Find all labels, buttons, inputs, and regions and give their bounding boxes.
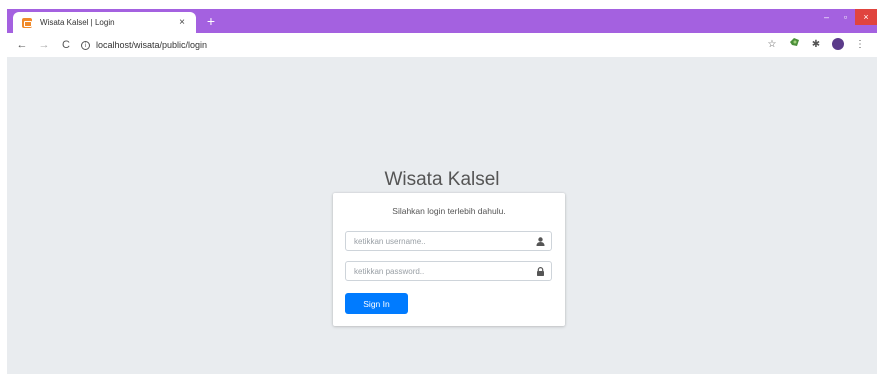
user-icon [529,232,551,250]
lock-icon [529,262,551,280]
login-card: Silahkan login terlebih dahulu. Sign In [333,193,565,326]
username-input[interactable] [346,232,529,250]
address-toolbar: ← → C i localhost/wisata/public/login ☆ … [7,33,877,57]
extension-icon[interactable] [785,36,803,54]
sign-in-button[interactable]: Sign In [345,293,408,314]
tab-favicon-icon [22,17,32,28]
url-text: localhost/wisata/public/login [96,40,208,50]
new-tab-button[interactable]: + [203,12,219,30]
tab-title: Wisata Kalsel | Login [40,18,115,27]
tab-active[interactable]: Wisata Kalsel | Login × [13,12,196,33]
maximize-button[interactable]: ▫ [836,9,855,25]
password-group [345,261,552,281]
profile-avatar[interactable] [829,36,847,54]
forward-button[interactable]: → [35,36,53,54]
close-window-button[interactable]: × [855,9,877,25]
window-controls: – ▫ × [817,9,877,27]
tab-close-icon[interactable]: × [174,17,190,28]
username-group [345,231,552,251]
page-content: Wisata Kalsel Silahkan login terlebih da… [7,57,877,374]
address-bar[interactable]: i localhost/wisata/public/login [81,36,759,54]
info-icon[interactable]: i [81,40,90,50]
puzzle-icon[interactable]: ✱ [807,36,825,54]
star-icon[interactable]: ☆ [763,36,781,54]
page-title: Wisata Kalsel [384,169,500,190]
toolbar-icons: ☆ ✱ ⋮ [759,36,869,54]
browser-window: Wisata Kalsel | Login × + – ▫ × ← → C i … [7,9,877,374]
menu-icon[interactable]: ⋮ [851,36,869,54]
login-message: Silahkan login terlebih dahulu. [392,206,506,216]
minimize-button[interactable]: – [817,9,836,25]
password-input[interactable] [346,262,529,280]
reload-button[interactable]: C [57,36,75,54]
back-button[interactable]: ← [13,36,31,54]
tab-strip: Wisata Kalsel | Login × + – ▫ × [7,9,877,33]
